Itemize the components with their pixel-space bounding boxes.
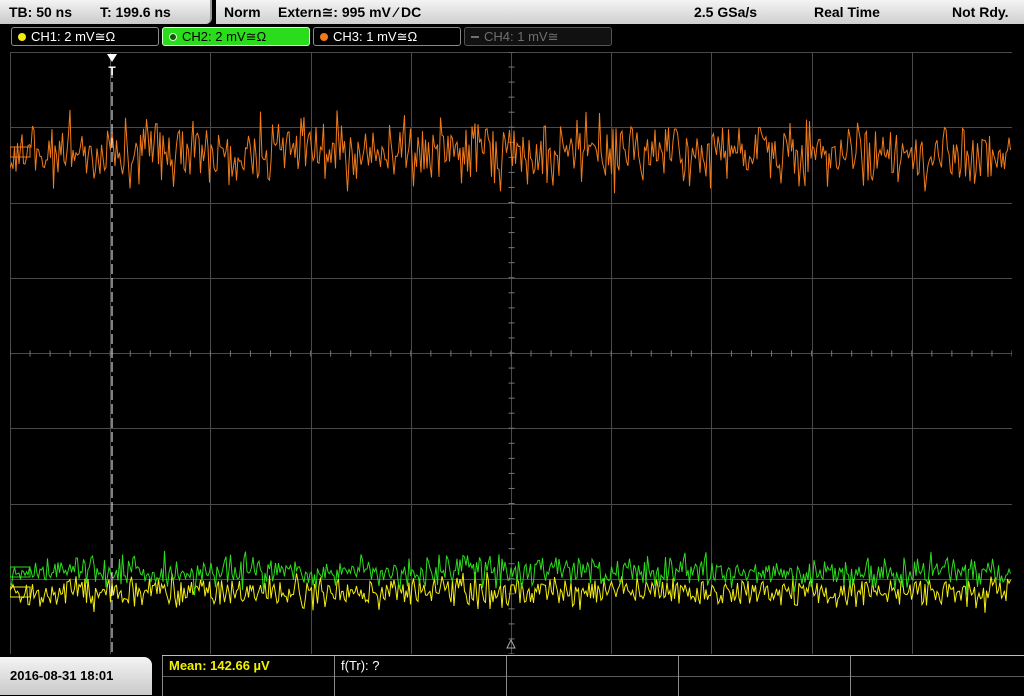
run-state: Not Rdy. — [952, 4, 1009, 20]
measurement-panel[interactable]: Mean: 142.66 µV f(Tr): ? — [162, 655, 1024, 696]
measurement-cell-5[interactable] — [850, 656, 1024, 696]
channel-tab-ch1[interactable]: CH1: 2 mV≅Ω — [11, 27, 159, 46]
ch1-color-dot — [18, 33, 26, 41]
bottom-bar: 2016-08-31 18:01 Mean: 142.66 µV f(Tr): … — [0, 655, 1024, 696]
mean-measurement: Mean: 142.66 µV — [169, 658, 270, 673]
frequency-measurement: f(Tr): ? — [341, 658, 380, 673]
measurement-cell-1[interactable]: Mean: 142.66 µV — [162, 656, 334, 696]
acquisition-mode[interactable]: Real Time — [814, 0, 880, 24]
ch2-label: CH2: 2 mV≅Ω — [182, 29, 267, 44]
measurement-cell-4[interactable] — [678, 656, 850, 696]
channel-bar: CH1: 2 mV≅Ω CH2: 2 mV≅Ω CH3: 1 mV≅Ω CH4:… — [0, 26, 1024, 48]
ch3-color-dot — [320, 33, 328, 41]
measurement-cell-3[interactable] — [506, 656, 678, 696]
acquisition-panel: Norm Extern≅: 995 mV ⁄ DC 2.5 GSa/s Real… — [216, 0, 1024, 24]
date-time: 2016-08-31 18:01 — [10, 668, 114, 683]
ch3-waveform — [10, 109, 1011, 194]
ch2-color-dot — [169, 33, 177, 41]
sample-rate[interactable]: 2.5 GSa/s — [694, 0, 757, 24]
trigger-mode[interactable]: Norm — [224, 0, 261, 24]
date-time-box: 2016-08-31 18:01 — [0, 657, 152, 695]
status-bar: TB: 50 ns T: 199.6 ns Norm Extern≅: 995 … — [0, 0, 1024, 25]
trigger-arrow-icon[interactable] — [107, 54, 117, 62]
ch4-label: CH4: 1 mV≅ — [484, 29, 559, 44]
timebase-panel[interactable]: TB: 50 ns T: 199.6 ns — [0, 0, 212, 24]
ch3-label: CH3: 1 mV≅Ω — [333, 29, 418, 44]
ch1-label: CH1: 2 mV≅Ω — [31, 29, 116, 44]
trigger-source[interactable]: Extern≅: 995 mV ⁄ DC — [278, 0, 421, 24]
waveform-traces — [10, 109, 1011, 613]
measurement-cell-2[interactable]: f(Tr): ? — [334, 656, 506, 696]
channel-tab-ch3[interactable]: CH3: 1 mV≅Ω — [313, 27, 461, 46]
channel-tab-ch4[interactable]: CH4: 1 mV≅ — [464, 27, 612, 46]
trigger-marker-label: T — [108, 64, 116, 78]
timebase-value[interactable]: TB: 50 ns — [9, 0, 72, 24]
scope-graticule: T — [10, 52, 1012, 654]
trigger-time-value[interactable]: T: 199.6 ns — [100, 0, 171, 24]
ch4-off-icon — [471, 36, 479, 38]
channel-tab-ch2[interactable]: CH2: 2 mV≅Ω — [162, 27, 310, 46]
waveform-display[interactable]: T — [10, 52, 1012, 654]
